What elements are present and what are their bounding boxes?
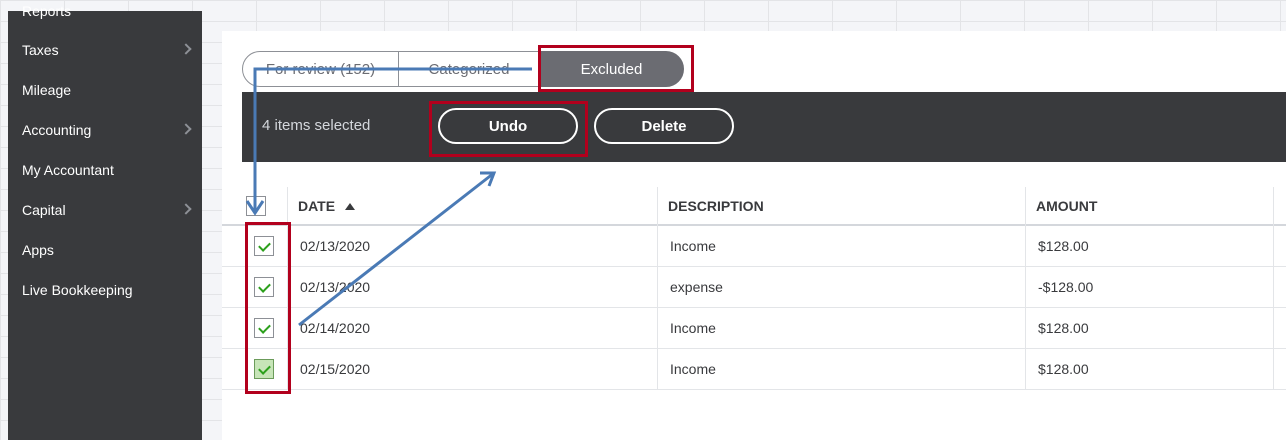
sidebar-item-reports[interactable]: Reports [8, 0, 202, 29]
sidebar-item-my-accountant[interactable]: My Accountant [8, 150, 202, 190]
left-sidebar: Reports Taxes Mileage Accounting My Acco… [8, 3, 202, 440]
row-checkbox[interactable] [254, 277, 274, 297]
select-all-checkbox[interactable] [246, 196, 266, 216]
sidebar-item-taxes[interactable]: Taxes [8, 30, 202, 70]
undo-button-label: Undo [488, 117, 528, 135]
table-row[interactable]: 02/15/2020 Income $128.00 [222, 349, 1286, 390]
row-checkbox[interactable] [254, 236, 274, 256]
sidebar-item-apps[interactable]: Apps [8, 230, 202, 270]
sidebar-item-label: Capital [22, 202, 66, 218]
sidebar-item-label: Live Bookkeeping [22, 282, 133, 298]
sidebar-item-label: Reports [22, 3, 72, 19]
description-cell: Income [670, 320, 716, 336]
amount-cell: $128.00 [1038, 238, 1089, 254]
tab-categorized[interactable]: Categorized [398, 51, 540, 87]
date-cell: 02/15/2020 [300, 361, 371, 377]
batch-action-bar: 4 items selected Undo Delete [242, 92, 1286, 162]
table-row[interactable]: 02/14/2020 Income $128.00 [222, 308, 1286, 349]
row-checkbox[interactable] [254, 359, 274, 379]
table-row[interactable]: 02/13/2020 Income $128.00 [222, 226, 1286, 267]
amount-cell: -$128.00 [1038, 279, 1094, 295]
tab-label: Excluded [580, 60, 643, 78]
sidebar-item-label: Taxes [22, 42, 59, 58]
column-header-amount[interactable]: AMOUNT [1026, 187, 1276, 225]
sidebar-item-label: Apps [22, 242, 54, 258]
tab-excluded[interactable]: Excluded [539, 51, 684, 87]
column-header-label: DESCRIPTION [668, 198, 764, 214]
row-checkbox[interactable] [254, 318, 274, 338]
sidebar-item-capital[interactable]: Capital [8, 190, 202, 230]
amount-cell: $128.00 [1038, 361, 1089, 377]
delete-button-label: Delete [641, 117, 687, 135]
sidebar-item-live-bookkeeping[interactable]: Live Bookkeeping [8, 270, 202, 310]
description-cell: Income [670, 238, 716, 254]
undo-button[interactable]: Undo [438, 108, 578, 144]
sort-ascending-icon [345, 202, 356, 210]
selection-count: 4 items selected [262, 117, 371, 134]
table-header: DATE DESCRIPTION AMOUNT [222, 187, 1286, 226]
column-header-description[interactable]: DESCRIPTION [658, 187, 1026, 225]
column-header-date[interactable]: DATE [288, 187, 658, 225]
description-cell: Income [670, 361, 716, 377]
description-cell: expense [670, 279, 723, 295]
tab-for-review[interactable]: For review (152) [242, 51, 399, 87]
delete-button[interactable]: Delete [594, 108, 734, 144]
sidebar-item-label: Mileage [22, 82, 72, 98]
date-cell: 02/13/2020 [300, 238, 371, 254]
date-cell: 02/13/2020 [300, 279, 371, 295]
sidebar-item-label: Accounting [22, 122, 92, 138]
sidebar-item-label: My Accountant [22, 162, 114, 178]
sidebar-item-accounting[interactable]: Accounting [8, 110, 202, 150]
amount-cell: $128.00 [1038, 320, 1089, 336]
chevron-right-icon [180, 123, 192, 135]
column-header-label: AMOUNT [1036, 198, 1098, 214]
tab-label: For review (152) [265, 60, 376, 78]
banking-panel: For review (152) Categorized Excluded 4 … [222, 31, 1286, 440]
chevron-right-icon [180, 203, 192, 215]
date-cell: 02/14/2020 [300, 320, 371, 336]
sidebar-item-mileage[interactable]: Mileage [8, 70, 202, 110]
table-row[interactable]: 02/13/2020 expense -$128.00 [222, 267, 1286, 308]
chevron-right-icon [180, 43, 192, 55]
tab-label: Categorized [428, 60, 510, 78]
column-header-label: DATE [298, 198, 336, 214]
